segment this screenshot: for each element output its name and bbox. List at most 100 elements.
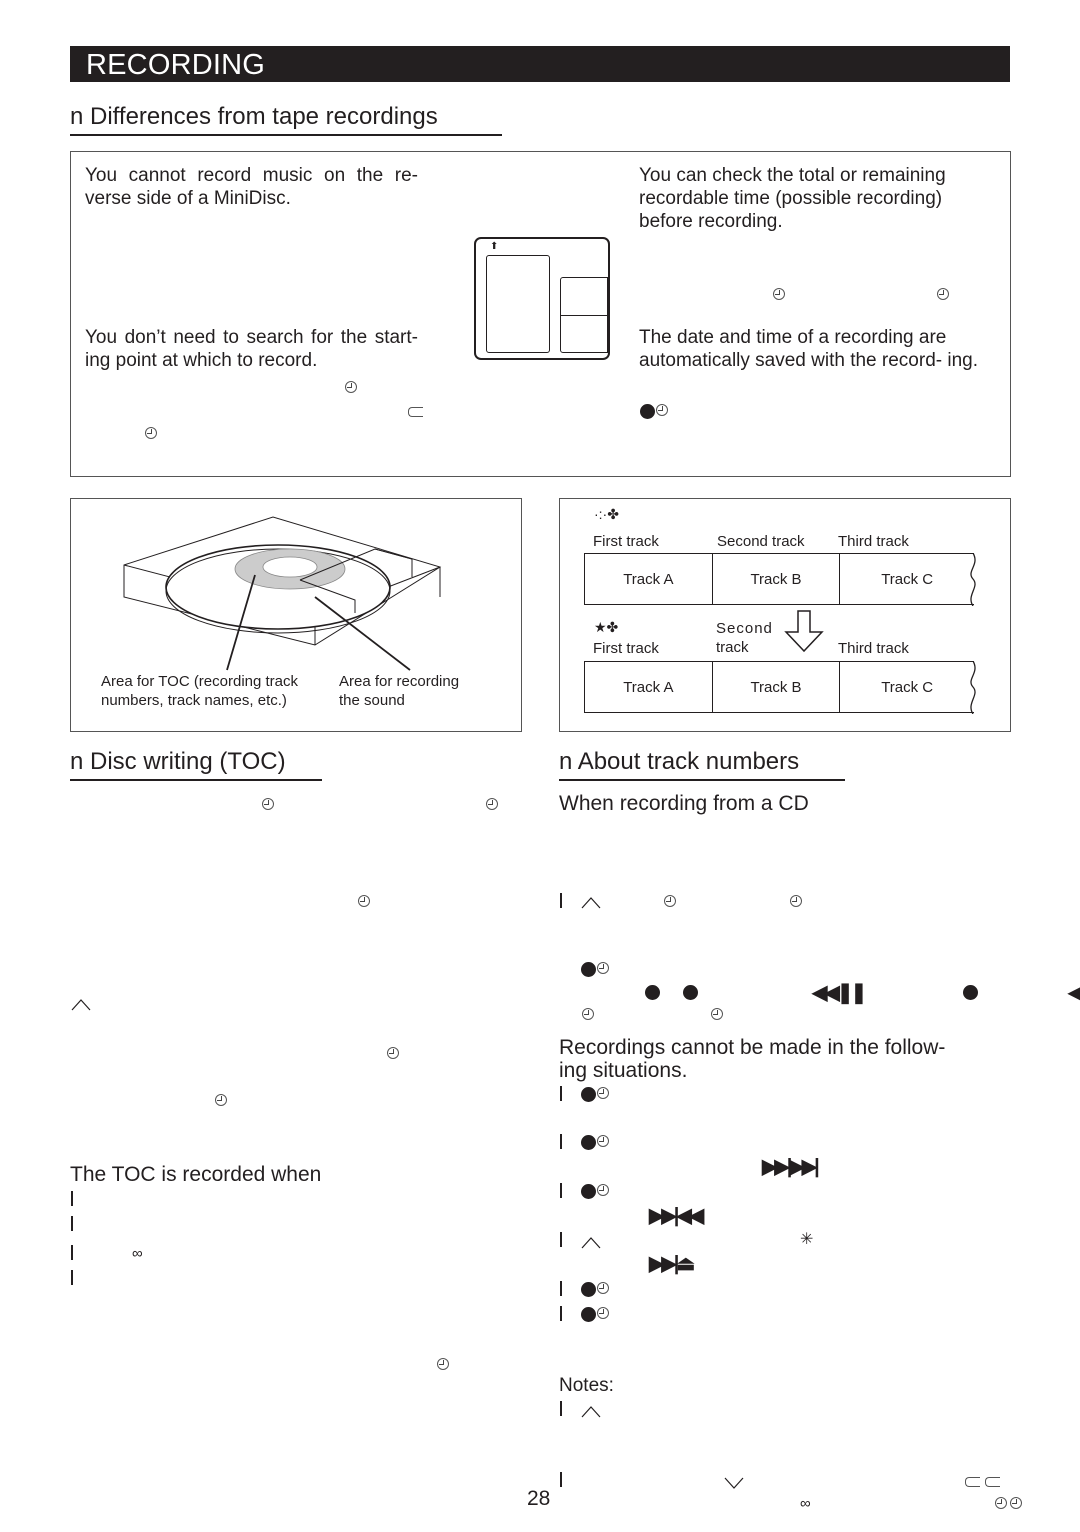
track-cell: Track A bbox=[585, 554, 713, 604]
bullet-marker bbox=[71, 1191, 73, 1206]
asterisk-icon: ✳ bbox=[800, 1231, 814, 1248]
after-header-first: First track bbox=[593, 640, 659, 657]
diff-left-para-1: You cannot record music on the re- verse… bbox=[85, 165, 418, 209]
clock-icon bbox=[773, 288, 785, 300]
page-title-bar: RECORDING bbox=[70, 46, 1010, 82]
record-dot-icon bbox=[683, 985, 698, 1000]
left-triangle-icon: ◀ bbox=[1068, 982, 1080, 1004]
notes-heading: Notes: bbox=[559, 1375, 614, 1396]
clock-icon bbox=[145, 427, 157, 439]
bullet-marker bbox=[560, 1232, 562, 1247]
clock-icon bbox=[486, 798, 498, 810]
section-heading-track-numbers: n About track numbers bbox=[559, 748, 800, 775]
clock-icon bbox=[215, 1094, 227, 1106]
before-symbol: ·:·✤ bbox=[594, 506, 619, 522]
ring-icon: ∞ bbox=[132, 1245, 143, 1262]
after-symbol: ★✤ bbox=[594, 619, 619, 635]
record-dot-icon bbox=[963, 985, 978, 1000]
clock-icon bbox=[656, 404, 668, 416]
clock-icon bbox=[937, 288, 949, 300]
section-rule bbox=[70, 134, 502, 136]
section-heading-toc: n Disc writing (TOC) bbox=[70, 748, 286, 775]
clock-icon bbox=[597, 1282, 609, 1294]
sound-area-label-line2: the sound bbox=[339, 692, 405, 709]
toc-area-label-line2: numbers, track names, etc.) bbox=[101, 692, 287, 709]
record-dot-icon bbox=[640, 404, 655, 419]
after-header-second-1: Second bbox=[716, 620, 773, 637]
clock-icon bbox=[597, 962, 609, 974]
record-dot-icon bbox=[581, 1135, 596, 1150]
caret-up-icon bbox=[71, 996, 91, 1014]
clock-icon bbox=[1010, 1497, 1022, 1509]
sound-area-label-line1: Area for recording bbox=[339, 673, 460, 690]
clock-icon bbox=[262, 798, 274, 810]
section-heading-differences: n Differences from tape recordings bbox=[70, 103, 438, 130]
arrow-up-icon: ⬆ bbox=[490, 241, 499, 252]
record-dot-icon bbox=[581, 1087, 596, 1102]
clock-icon bbox=[597, 1087, 609, 1099]
clock-icon bbox=[358, 895, 370, 907]
clock-icon bbox=[664, 895, 676, 907]
return-icon bbox=[985, 1477, 1000, 1487]
record-dot-icon bbox=[581, 1307, 596, 1322]
page-title: RECORDING bbox=[86, 49, 266, 81]
bullet-marker bbox=[71, 1216, 73, 1231]
toc-area-label-line1: Area for TOC (recording track bbox=[101, 673, 299, 690]
record-dot-icon bbox=[581, 1282, 596, 1297]
clock-icon bbox=[345, 381, 357, 393]
ring-icon: ∞ bbox=[800, 1495, 811, 1512]
situations-heading-line2: ing situations. bbox=[559, 1059, 688, 1082]
page-number: 28 bbox=[527, 1487, 551, 1510]
bullet-marker bbox=[560, 1472, 562, 1487]
cd-recording-subheading: When recording from a CD bbox=[559, 792, 809, 815]
return-icon bbox=[965, 1477, 980, 1487]
skip-forward-eject-icon: ▶▶|⏏ bbox=[649, 1253, 695, 1275]
arrow-down-icon bbox=[784, 610, 824, 653]
bullet-marker bbox=[560, 1281, 562, 1296]
clock-icon bbox=[790, 895, 802, 907]
track-row-after: Track A Track B Track C bbox=[584, 661, 974, 713]
before-header-second: Second track bbox=[717, 533, 805, 550]
record-dot-icon bbox=[581, 962, 596, 977]
section-rule bbox=[559, 779, 845, 781]
skip-forward-back-icon: ▶▶|◀◀ bbox=[649, 1205, 704, 1227]
after-header-third: Third track bbox=[838, 640, 909, 657]
bullet-marker bbox=[71, 1245, 73, 1260]
caret-up-icon bbox=[581, 1235, 601, 1254]
bullet-marker bbox=[560, 1401, 562, 1416]
clock-icon bbox=[995, 1497, 1007, 1509]
break-edge bbox=[970, 661, 976, 714]
clock-icon bbox=[597, 1307, 609, 1319]
track-row-before: Track A Track B Track C bbox=[584, 553, 974, 605]
skip-back-pause-icon: ◀◀❚❚ bbox=[812, 982, 867, 1004]
clock-icon bbox=[597, 1135, 609, 1147]
track-cell: Track A bbox=[585, 662, 713, 712]
break-edge bbox=[970, 553, 976, 606]
diff-right-para-1: You can check the total or remaining rec… bbox=[639, 165, 946, 232]
minidisc-illustration: ⬆ bbox=[474, 237, 610, 360]
bullet-marker bbox=[71, 1270, 73, 1285]
clock-icon bbox=[711, 1008, 723, 1020]
section-rule bbox=[70, 779, 322, 781]
diff-right-para-2: The date and time of a recording are aut… bbox=[639, 327, 978, 371]
minidisc-shutter bbox=[560, 277, 609, 353]
before-header-third: Third track bbox=[838, 533, 909, 550]
bullet-marker bbox=[560, 1134, 562, 1149]
clock-icon bbox=[582, 1008, 594, 1020]
record-dot-icon bbox=[645, 985, 660, 1000]
disc-diagram bbox=[123, 516, 442, 671]
track-cell: Track C bbox=[881, 570, 934, 588]
clock-icon bbox=[597, 1184, 609, 1196]
record-dot-icon bbox=[581, 1184, 596, 1199]
bullet-marker bbox=[560, 1306, 562, 1321]
caret-up-icon bbox=[581, 1404, 601, 1423]
clock-icon bbox=[437, 1358, 449, 1370]
return-icon bbox=[408, 407, 423, 417]
clock-icon bbox=[387, 1047, 399, 1059]
track-cell: Track B bbox=[713, 554, 841, 604]
after-header-second-2: track bbox=[716, 639, 749, 656]
bullet-marker bbox=[560, 1086, 562, 1101]
skip-forward-icon: ▶▶|▶▶| bbox=[762, 1156, 820, 1178]
toc-subheading: The TOC is recorded when bbox=[70, 1163, 322, 1186]
caret-up-icon bbox=[581, 895, 601, 914]
